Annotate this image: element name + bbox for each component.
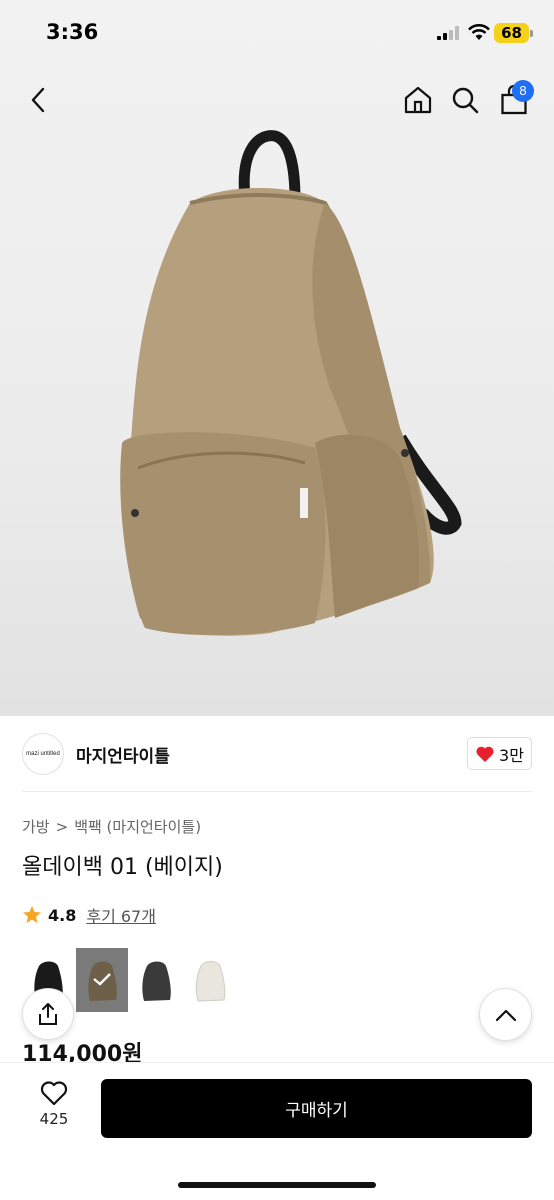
check-icon xyxy=(93,973,111,986)
battery-tip xyxy=(530,30,533,37)
brand-like-button[interactable]: 3만 xyxy=(467,737,532,770)
breadcrumb-category[interactable]: 가방 xyxy=(22,816,50,837)
chevron-up-icon xyxy=(495,1009,516,1021)
wishlist-count: 425 xyxy=(39,1110,69,1128)
color-swatch-charcoal[interactable] xyxy=(130,948,182,1012)
cart-count-badge: 8 xyxy=(512,80,534,102)
breadcrumb: 가방 > 백팩 (마지언타이틀) xyxy=(22,816,201,837)
home-button[interactable] xyxy=(398,80,438,120)
brand-like-count: 3만 xyxy=(499,745,524,765)
color-swatch-ivory[interactable] xyxy=(184,948,236,1012)
status-time: 3:36 xyxy=(46,20,99,44)
backpack-charcoal-thumbnail xyxy=(142,961,171,1001)
chevron-left-icon xyxy=(31,87,45,113)
color-swatch-beige[interactable] xyxy=(76,948,128,1012)
home-indicator xyxy=(178,1182,376,1188)
wishlist-button[interactable]: 425 xyxy=(30,1080,78,1136)
home-icon xyxy=(404,86,432,114)
back-button[interactable] xyxy=(18,80,58,120)
rating-row: 4.8 후기 67개 xyxy=(22,903,156,927)
brand-name[interactable]: 마지언타이틀 xyxy=(76,742,170,767)
product-title: 올데이백 01 (베이지) xyxy=(22,855,223,880)
heart-outline-icon xyxy=(40,1081,68,1106)
scroll-to-top-button[interactable] xyxy=(479,988,532,1041)
reviews-link[interactable]: 후기 67개 xyxy=(86,903,156,927)
backpack-ivory-thumbnail xyxy=(195,961,226,1002)
battery-level: 68 xyxy=(494,23,529,43)
breadcrumb-separator: > xyxy=(55,817,69,836)
search-icon xyxy=(452,87,479,114)
breadcrumb-subcategory[interactable]: 백팩 (마지언타이틀) xyxy=(74,816,201,837)
product-photo[interactable] xyxy=(100,128,470,668)
buy-button[interactable]: 구매하기 xyxy=(101,1079,532,1138)
divider xyxy=(22,791,532,792)
heart-filled-icon xyxy=(476,746,494,762)
brand-logo[interactable]: mazi untitled xyxy=(22,733,64,775)
rating-value: 4.8 xyxy=(48,905,77,925)
brand-logo-text: mazi untitled xyxy=(26,751,60,757)
star-icon xyxy=(23,906,41,923)
share-button[interactable] xyxy=(22,988,74,1040)
share-icon xyxy=(39,1003,57,1025)
cellular-signal-icon xyxy=(437,26,459,40)
search-button[interactable] xyxy=(445,80,485,120)
wifi-icon xyxy=(468,24,490,40)
